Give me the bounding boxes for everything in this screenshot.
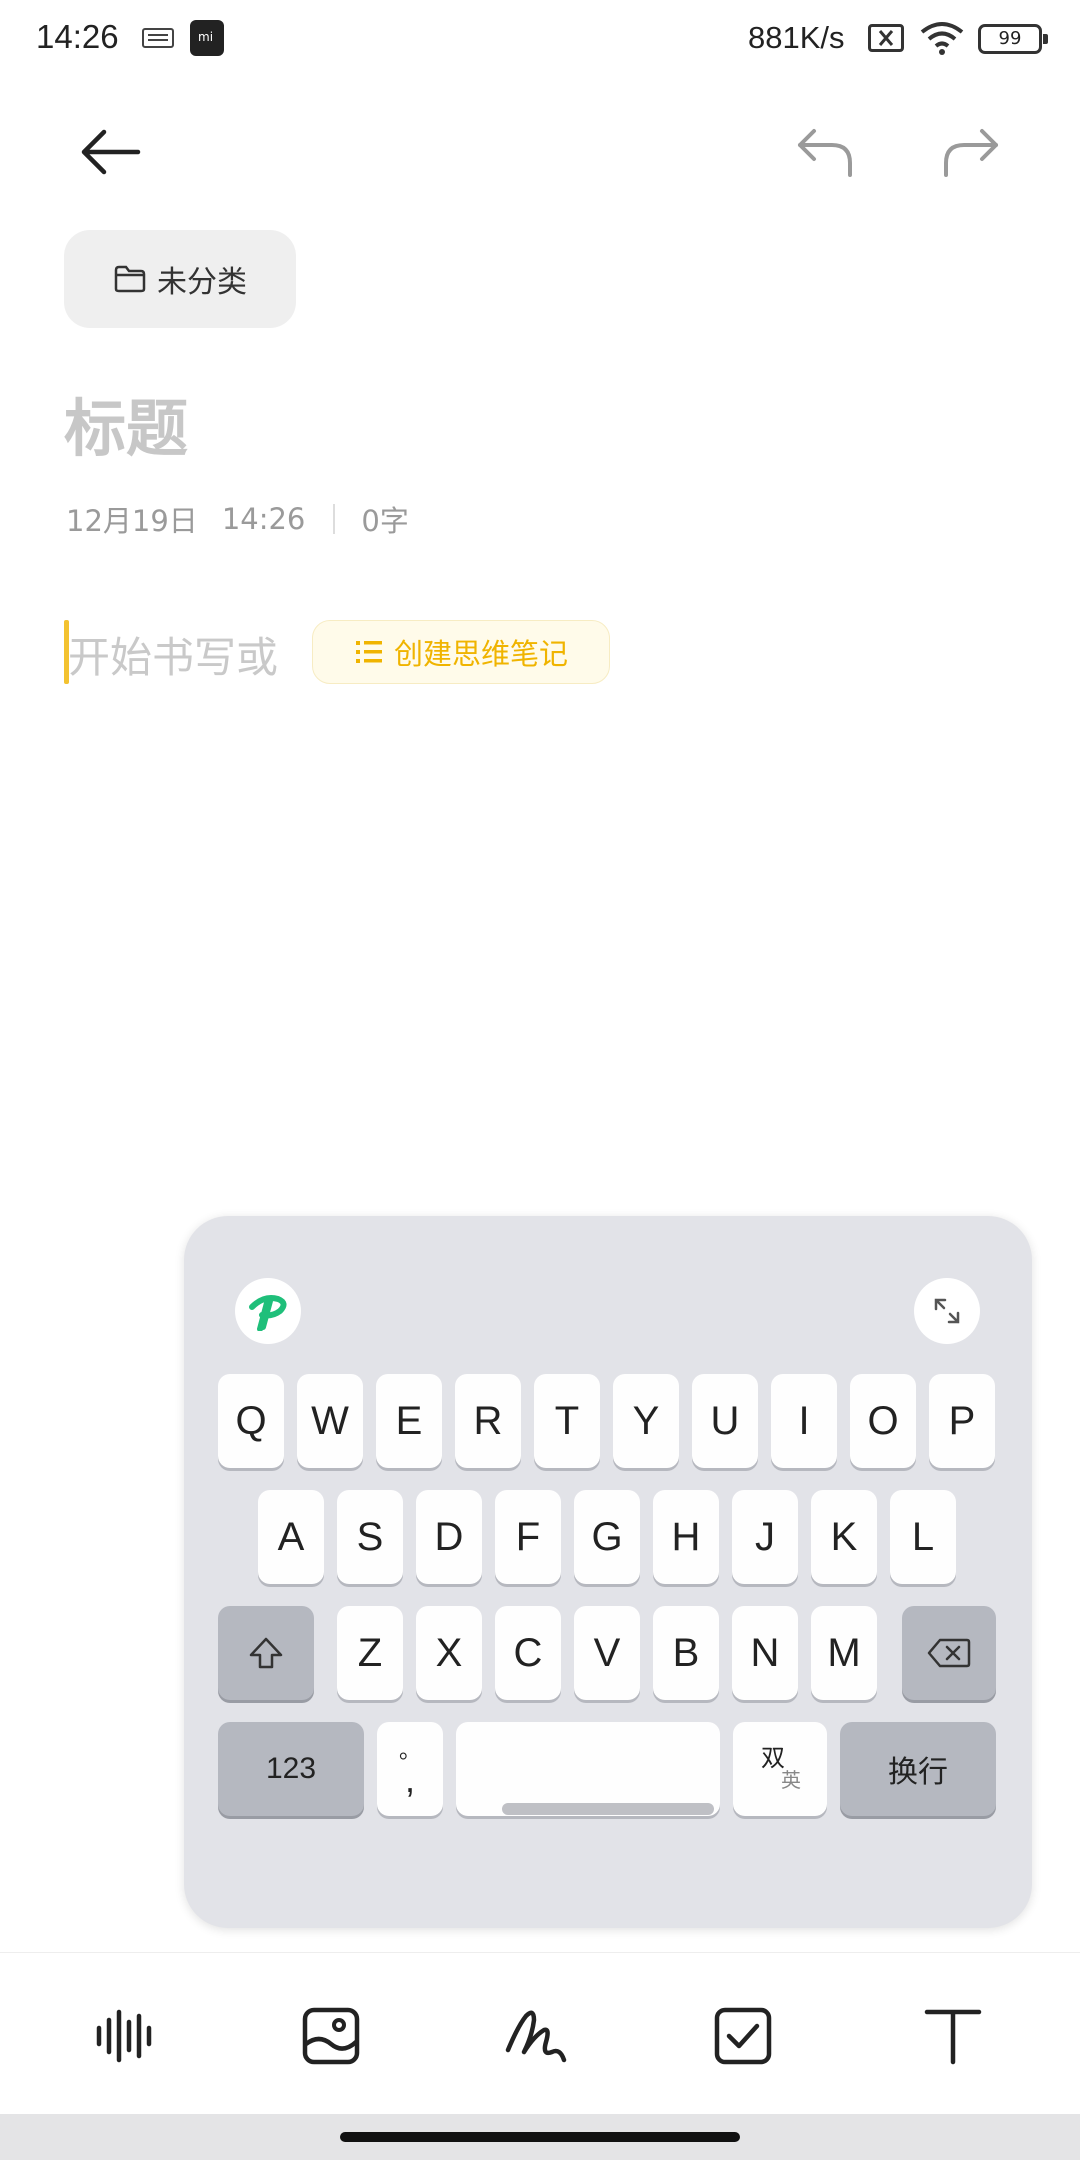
text-format-button[interactable] [908, 1991, 998, 2081]
redo-button[interactable] [928, 120, 1012, 184]
sim-off-icon [868, 24, 904, 52]
checklist-button[interactable] [698, 1991, 788, 2081]
key-e[interactable]: E [376, 1374, 442, 1468]
note-time: 14:26 [221, 502, 306, 536]
key-v[interactable]: V [574, 1606, 640, 1700]
category-chip[interactable]: 未分类 [64, 230, 296, 328]
word-count: 0字 [361, 504, 409, 538]
battery-icon: 99 [978, 24, 1048, 54]
enter-key[interactable]: 换行 [840, 1722, 996, 1816]
key-u[interactable]: U [692, 1374, 758, 1468]
handwriting-button[interactable] [492, 1991, 582, 2081]
editor-toolbar [0, 1952, 1080, 2114]
network-speed: 881K/s [748, 20, 845, 55]
key-c[interactable]: C [495, 1606, 561, 1700]
mindmap-label: 创建思维笔记 [393, 637, 568, 671]
undo-icon [798, 129, 852, 177]
key-o[interactable]: O [850, 1374, 916, 1468]
expand-keyboard-button[interactable] [914, 1278, 980, 1344]
voice-icon [96, 2009, 152, 2063]
key-z[interactable]: Z [337, 1606, 403, 1700]
keyboard-icon [142, 28, 174, 48]
status-bar: 14:26 881K/s 99 [0, 0, 1080, 76]
key-l[interactable]: L [890, 1490, 956, 1584]
space-key[interactable] [456, 1722, 720, 1816]
key-s[interactable]: S [337, 1490, 403, 1584]
keyboard-drag-handle[interactable] [502, 1803, 714, 1815]
checkbox-icon [714, 2007, 772, 2065]
handwriting-icon [505, 2010, 567, 2063]
create-mindmap-button[interactable]: 创建思维笔记 [312, 620, 610, 684]
key-w[interactable]: W [297, 1374, 363, 1468]
undo-button[interactable] [784, 120, 868, 184]
key-b[interactable]: B [653, 1606, 719, 1700]
key-x[interactable]: X [416, 1606, 482, 1700]
floating-keyboard: Q W E R T Y U I O P A S D F G H J K L Z … [184, 1216, 1032, 1928]
key-a[interactable]: A [258, 1490, 324, 1584]
key-h[interactable]: H [653, 1490, 719, 1584]
insert-image-button[interactable] [286, 1991, 376, 2081]
punct-bottom: , [404, 1759, 415, 1800]
key-p[interactable]: P [929, 1374, 995, 1468]
keyboard-logo-button[interactable] [235, 1278, 301, 1344]
backspace-key[interactable] [902, 1606, 996, 1700]
note-meta: 12月19日 14:26 0字 [66, 498, 409, 540]
key-k[interactable]: K [811, 1490, 877, 1584]
key-q[interactable]: Q [218, 1374, 284, 1468]
note-date: 12月19日 [66, 504, 198, 538]
key-r[interactable]: R [455, 1374, 521, 1468]
title-input[interactable]: 标题 [64, 378, 188, 468]
list-icon [355, 641, 382, 663]
key-i[interactable]: I [771, 1374, 837, 1468]
backspace-icon [927, 1638, 971, 1668]
punctuation-key[interactable]: 。 , [377, 1722, 443, 1816]
folder-icon [114, 265, 146, 293]
mi-store-icon [190, 20, 224, 56]
back-arrow-icon [81, 129, 141, 175]
lang-top: 双 [761, 1744, 785, 1772]
numbers-key[interactable]: 123 [218, 1722, 364, 1816]
keyboard-logo-icon [249, 1295, 287, 1331]
wifi-icon [918, 20, 966, 56]
expand-icon [934, 1298, 960, 1324]
text-format-icon [924, 2009, 982, 2065]
system-nav-bar [0, 2114, 1080, 2160]
category-label: 未分类 [157, 265, 247, 300]
key-g[interactable]: G [574, 1490, 640, 1584]
key-y[interactable]: Y [613, 1374, 679, 1468]
meta-divider [333, 504, 336, 534]
key-m[interactable]: M [811, 1606, 877, 1700]
redo-icon [944, 129, 998, 177]
shift-icon [249, 1637, 283, 1669]
back-button[interactable] [68, 120, 152, 184]
key-d[interactable]: D [416, 1490, 482, 1584]
key-n[interactable]: N [732, 1606, 798, 1700]
voice-button[interactable] [80, 1991, 170, 2081]
language-switch-key[interactable]: 双 英 [733, 1722, 827, 1816]
key-t[interactable]: T [534, 1374, 600, 1468]
shift-key[interactable] [218, 1606, 314, 1700]
key-j[interactable]: J [732, 1490, 798, 1584]
status-time: 14:26 [36, 18, 119, 55]
body-input[interactable]: 开始书写或 [68, 624, 278, 685]
home-gesture-handle[interactable] [340, 2132, 740, 2142]
lang-bottom: 英 [781, 1770, 801, 1793]
image-icon [302, 2007, 360, 2065]
key-f[interactable]: F [495, 1490, 561, 1584]
